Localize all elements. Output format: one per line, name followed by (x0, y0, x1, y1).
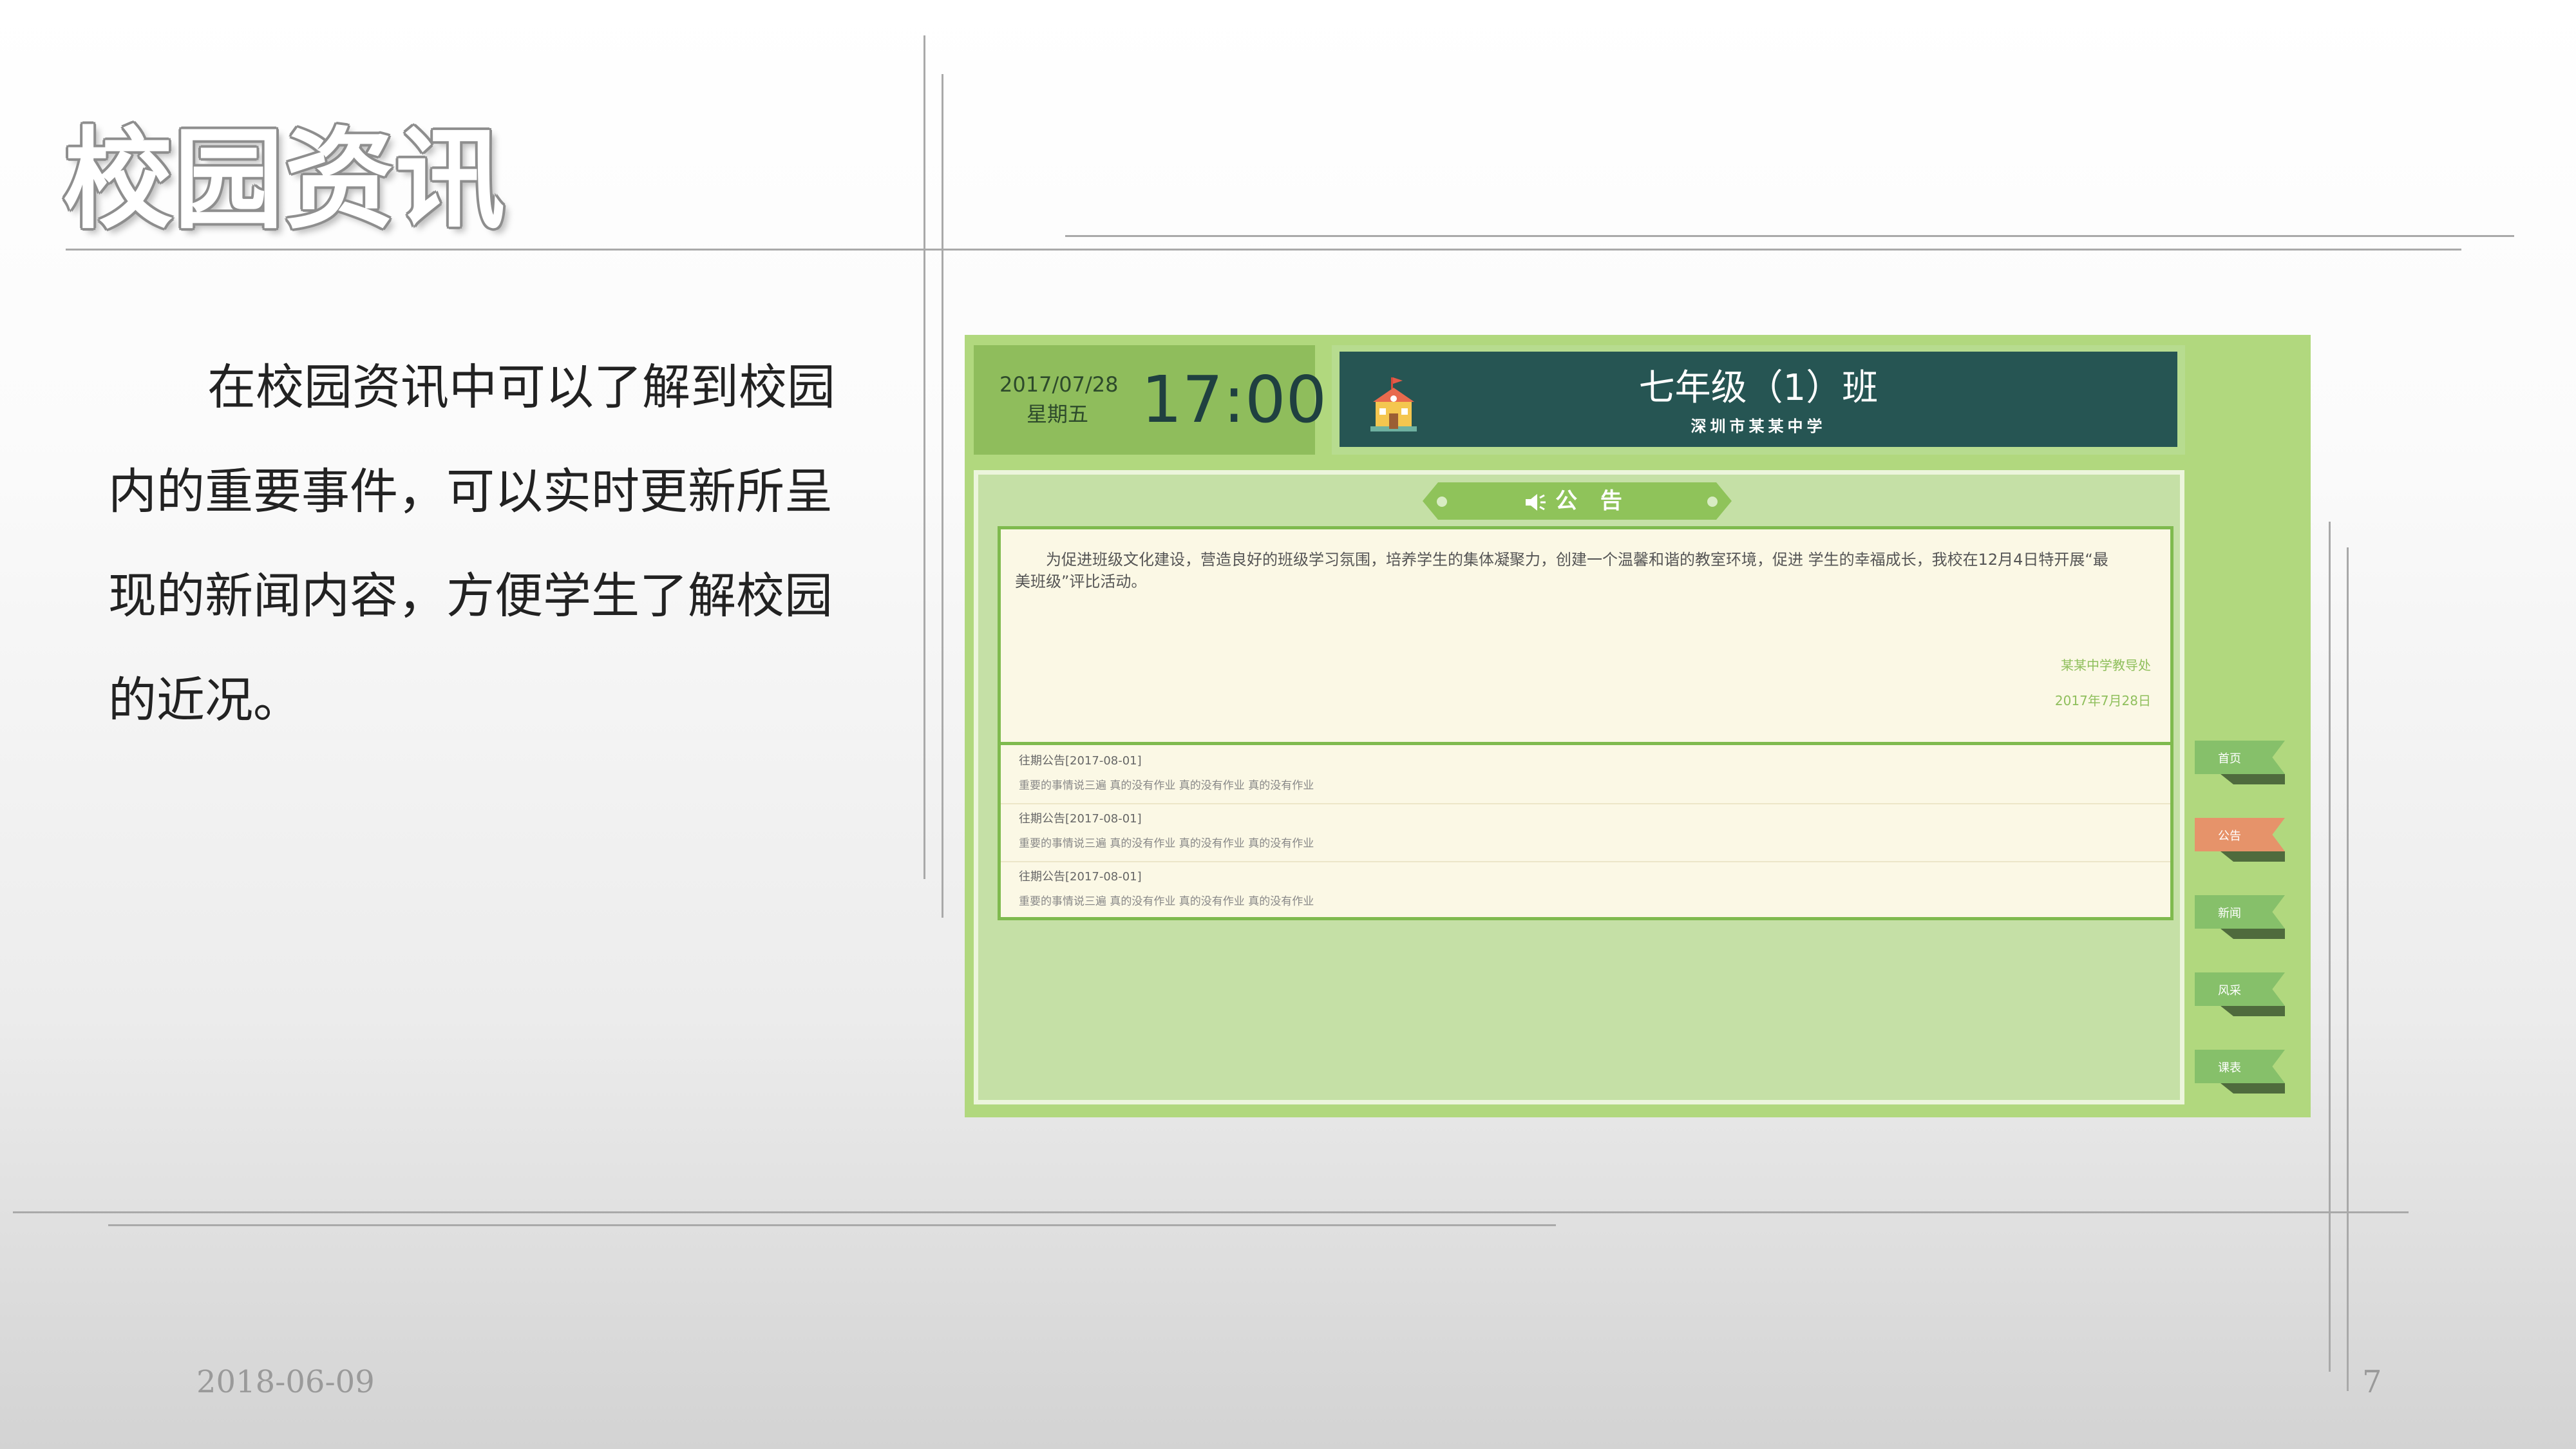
side-nav-fold (2221, 1083, 2285, 1094)
divider-line (942, 74, 943, 918)
notice-banner: 公 告 (1423, 482, 1732, 520)
divider-line (1065, 235, 2514, 237)
weekday-label: 星期五 (1026, 402, 1088, 426)
class-name: 七年级（1）班 (1638, 367, 1879, 409)
side-nav-fold (2221, 929, 2285, 939)
footer-date: 2018-06-09 (196, 1364, 375, 1400)
past-notice-item[interactable]: 往期公告[2017-08-01] 重要的事情说三遍 真的没有作业 真的没有作业 … (1001, 861, 2170, 919)
notice-signature: 某某中学教导处 (2061, 658, 2151, 673)
school-name: 深圳市某某中学 (1690, 417, 1826, 435)
page-number: 7 (2362, 1364, 2382, 1400)
past-notice-title: 往期公告[2017-08-01] (1019, 870, 1142, 884)
side-nav-label: 新闻 (2218, 907, 2241, 920)
past-notice-item[interactable]: 往期公告[2017-08-01] 重要的事情说三遍 真的没有作业 真的没有作业 … (1001, 803, 2170, 862)
divider-line (13, 1211, 2409, 1213)
side-nav-label: 首页 (2218, 752, 2241, 766)
class-header: 七年级（1）班 深圳市某某中学 (1332, 345, 2185, 455)
divider-line (108, 1224, 1556, 1226)
speaker-icon (1526, 493, 1546, 511)
notice-banner-label: 公 告 (1555, 488, 1630, 514)
side-nav-schedule[interactable]: 课表 (2195, 1050, 2285, 1083)
side-nav-home[interactable]: 首页 (2195, 741, 2285, 774)
past-notice-title: 往期公告[2017-08-01] (1019, 812, 1142, 826)
side-nav-label: 公告 (2218, 829, 2241, 843)
past-notice-desc: 重要的事情说三遍 真的没有作业 真的没有作业 真的没有作业 (1019, 837, 1314, 850)
past-notice-title: 往期公告[2017-08-01] (1019, 754, 1142, 768)
side-nav-news[interactable]: 新闻 (2195, 895, 2285, 929)
side-nav-notice[interactable]: 公告 (2195, 818, 2285, 851)
past-notice-list: 往期公告[2017-08-01] 重要的事情说三遍 真的没有作业 真的没有作业 … (998, 745, 2174, 920)
date-time-panel: 2017/07/28 星期五 17:00 (974, 345, 1327, 455)
notice-text: 为促进班级文化建设，营造良好的班级学习氛围，培养学生的集体凝聚力，创建一个温馨和… (1015, 551, 2108, 591)
divider-line (923, 35, 925, 879)
side-nav-gallery[interactable]: 风采 (2195, 972, 2285, 1006)
side-nav-label: 风采 (2218, 984, 2241, 998)
divider-line (2347, 547, 2349, 1391)
notice-banner-title: 公 告 (1423, 488, 1732, 515)
slide-body-text: 在校园资讯中可以了解到校园内的重要事件，可以实时更新所呈现的新闻内容，方便学生了… (108, 359, 836, 728)
time-display: 17:00 (1141, 362, 1327, 437)
past-notice-item[interactable]: 往期公告[2017-08-01] 重要的事情说三遍 真的没有作业 真的没有作业 … (1001, 745, 2170, 804)
side-nav-fold (2221, 851, 2285, 862)
notice-card: 为促进班级文化建设，营造良好的班级学习氛围，培养学生的集体凝聚力，创建一个温馨和… (998, 526, 2174, 745)
app-screenshot: 2017/07/28 星期五 17:00 七年级（1）班 深圳市某某中学 公 告… (965, 335, 2311, 1117)
side-nav-label: 课表 (2218, 1061, 2241, 1075)
notice-date: 2017年7月28日 (2054, 693, 2151, 708)
past-notice-desc: 重要的事情说三遍 真的没有作业 真的没有作业 真的没有作业 (1019, 779, 1314, 792)
side-nav-fold (2221, 774, 2285, 784)
date-label: 2017/07/28 (999, 372, 1119, 397)
past-notice-desc: 重要的事情说三遍 真的没有作业 真的没有作业 真的没有作业 (1019, 895, 1314, 908)
slide-title: 校园资讯 (63, 117, 507, 244)
date-display: 2017/07/28 星期五 (999, 370, 1119, 429)
divider-line (66, 249, 2461, 251)
divider-line (2329, 522, 2331, 1372)
class-header-inner: 七年级（1）班 深圳市某某中学 (1340, 352, 2177, 447)
side-nav-fold (2221, 1006, 2285, 1016)
notice-content-area: 公 告 为促进班级文化建设，营造良好的班级学习氛围，培养学生的集体凝聚力，创建一… (974, 470, 2184, 1104)
